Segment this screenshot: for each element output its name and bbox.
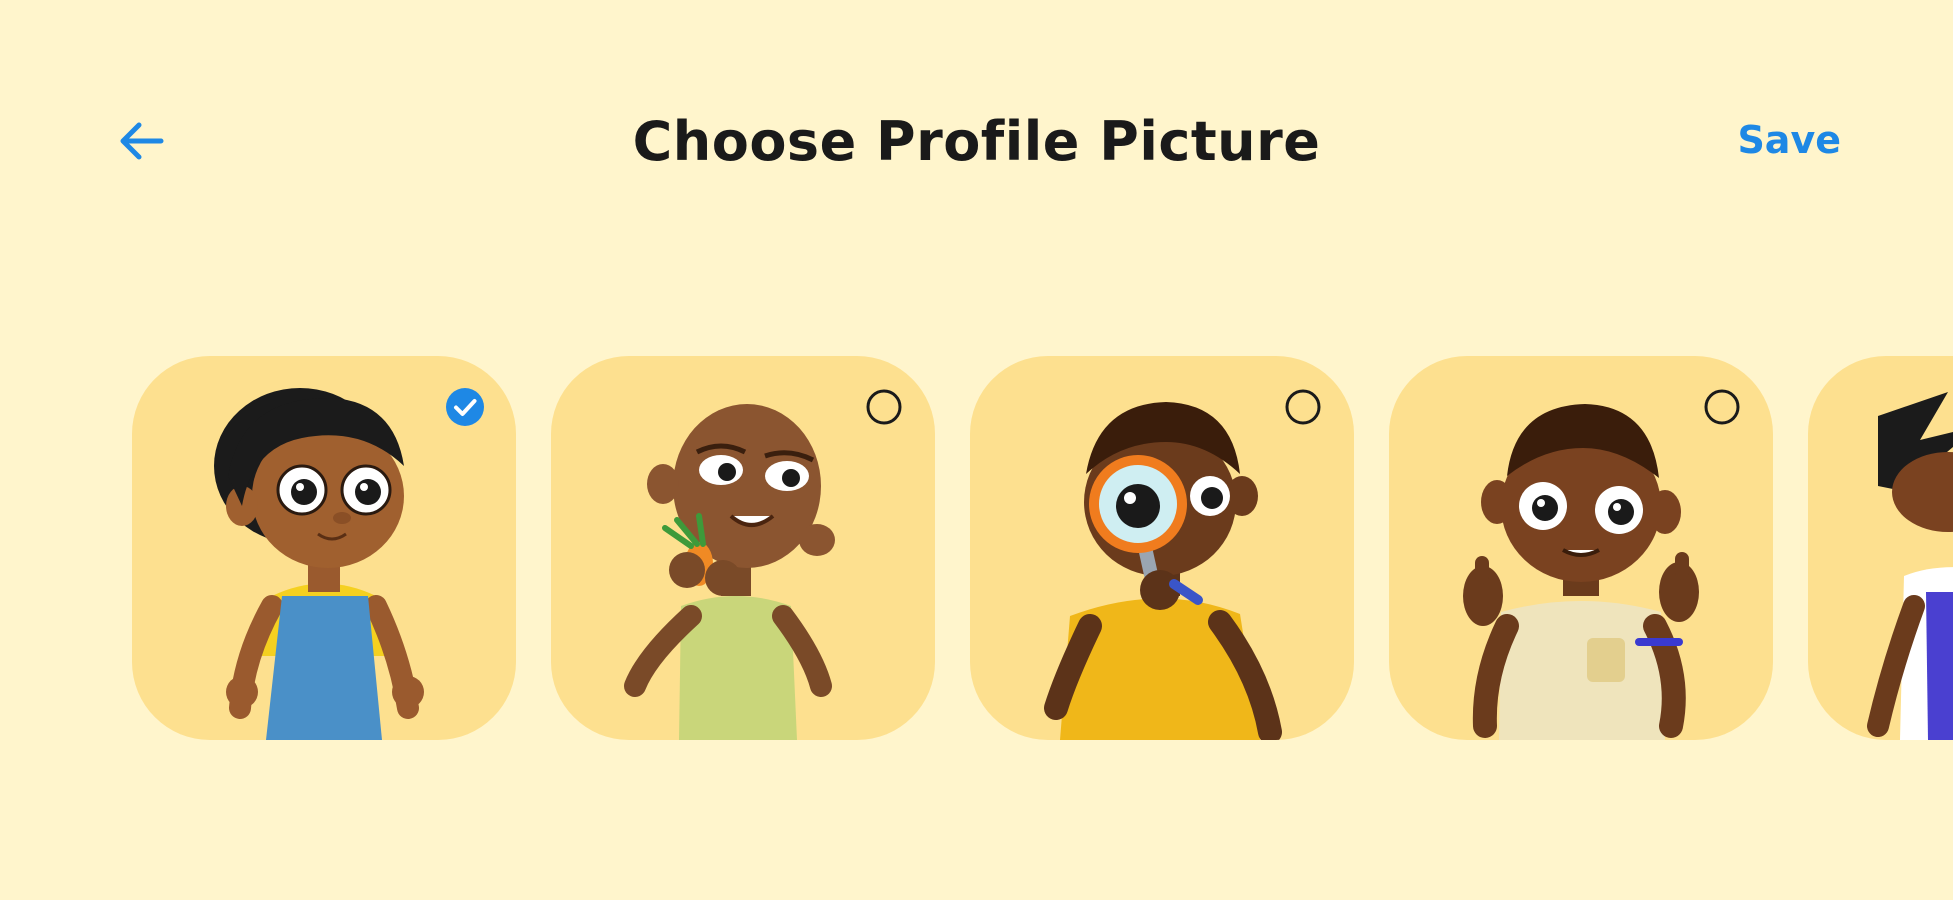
avatar-option-4[interactable] <box>1389 356 1773 740</box>
unselected-radio-icon[interactable] <box>1284 388 1322 426</box>
avatar-option-1[interactable] <box>132 356 516 740</box>
selected-check-icon[interactable] <box>446 388 484 426</box>
avatar-carousel[interactable] <box>0 356 1953 740</box>
save-button[interactable]: Save <box>1737 112 1841 168</box>
avatar-option-3[interactable] <box>970 356 1354 740</box>
avatar-option-5[interactable] <box>1808 356 1953 740</box>
unselected-radio-icon[interactable] <box>1703 388 1741 426</box>
avatar-option-2[interactable] <box>551 356 935 740</box>
profile-picture-screen: Choose Profile Picture Save <box>0 0 1953 900</box>
unselected-radio-icon[interactable] <box>865 388 903 426</box>
page-title: Choose Profile Picture <box>632 110 1321 173</box>
avatar-girl-purple-illustration <box>1867 392 1953 740</box>
